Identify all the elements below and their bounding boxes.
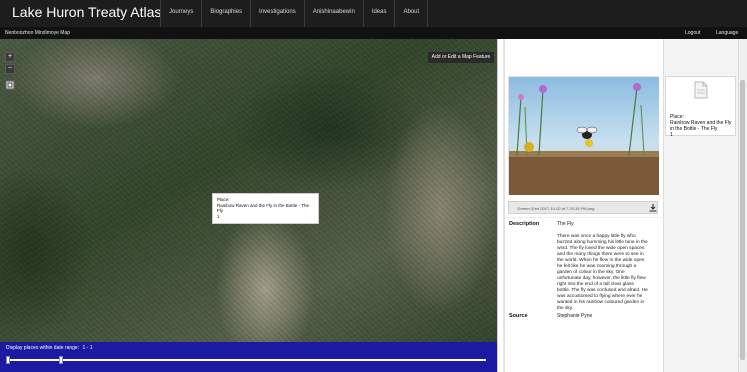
panel-divider[interactable] bbox=[497, 39, 504, 372]
date-range-bar: Display places within date range: 1 - 1 bbox=[0, 342, 497, 372]
nav-links: Journeys Biographies Investigations Anis… bbox=[160, 0, 429, 27]
description-title: The Fly bbox=[557, 221, 574, 227]
description-line: wind. The fly loved the wide open spaces bbox=[557, 246, 645, 251]
description-line: garden of colour in the sky. One bbox=[557, 270, 625, 275]
description-line: bottle. The fly was confused and afraid.… bbox=[557, 288, 648, 293]
story-image[interactable] bbox=[508, 76, 659, 195]
logout-link[interactable]: Logout bbox=[685, 30, 700, 36]
image-filename: Screen Shot 2017-10-02 at 7.20.36 PM.png bbox=[517, 206, 595, 211]
description-line: the sky. bbox=[557, 306, 574, 311]
source-value: Stephanie Pyne bbox=[557, 313, 593, 319]
nav-item-investigations[interactable]: Investigations bbox=[250, 0, 304, 27]
description-line: wanted in his rainbow coloured garden in bbox=[557, 300, 645, 305]
map-popup[interactable]: Place: Rainbow Raven and the Fly in the … bbox=[212, 193, 319, 224]
description-label: Description bbox=[509, 221, 540, 227]
top-nav: Lake Huron Treaty Atlas Journeys Biograp… bbox=[0, 0, 747, 27]
image-caption-bar: Screen Shot 2017-10-02 at 7.20.36 PM.png bbox=[508, 201, 658, 214]
description-line: he felt like he was zooming through a bbox=[557, 264, 637, 269]
nav-item-journeys[interactable]: Journeys bbox=[160, 0, 201, 27]
fly-illustration bbox=[509, 77, 659, 195]
detail-separator bbox=[506, 217, 661, 218]
description-line: unfortunate day, however, the little fly… bbox=[557, 276, 646, 281]
site-title[interactable]: Lake Huron Treaty Atlas bbox=[12, 4, 161, 20]
date-range-text: Display places within date range: bbox=[6, 345, 80, 351]
nav-item-anishinaabewin[interactable]: Anishinaabewin bbox=[303, 0, 363, 27]
layers-icon[interactable] bbox=[5, 80, 15, 90]
date-range-label: Display places within date range: 1 - 1 bbox=[4, 345, 93, 351]
popup-number: 1 bbox=[217, 213, 220, 219]
language-link[interactable]: Language bbox=[716, 30, 738, 36]
zoom-out-button[interactable]: − bbox=[5, 64, 15, 74]
place-name: Rainbow Raven and the Fly in the Bottle … bbox=[670, 120, 731, 138]
map-view[interactable]: + − Add or Edit a Map Feature Place: Rai… bbox=[0, 39, 497, 372]
nav-item-biographies[interactable]: Biographies bbox=[201, 0, 250, 27]
description-line: was accustomed to flying where ever he bbox=[557, 294, 643, 299]
place-number: 1 bbox=[670, 132, 673, 138]
scrollbar-thumb[interactable] bbox=[740, 80, 745, 360]
nav-item-about[interactable]: About bbox=[394, 0, 429, 27]
date-range-end-handle[interactable] bbox=[58, 356, 63, 364]
document-icon bbox=[694, 81, 708, 99]
source-label: Source bbox=[509, 313, 528, 319]
nav-item-ideas[interactable]: Ideas bbox=[362, 0, 395, 27]
sub-bar: Nenboozhoo Mindimoye Map Logout Language bbox=[0, 27, 747, 39]
description-line: There was once a happy little fly who bbox=[557, 234, 636, 239]
description-line: the world. When he flew in the wide open bbox=[557, 258, 645, 263]
zoom-in-button[interactable]: + bbox=[5, 52, 15, 62]
place-card[interactable]: Place: Rainbow Raven and the Fly in the … bbox=[665, 76, 736, 138]
description-line: right into the end of a tall clear glass bbox=[557, 282, 634, 287]
add-map-feature-button[interactable]: Add or Edit a Map Feature bbox=[428, 52, 494, 63]
date-range-track[interactable] bbox=[8, 359, 486, 361]
date-range-start-handle[interactable] bbox=[6, 356, 10, 364]
date-range-value: 1 - 1 bbox=[82, 345, 93, 351]
download-icon[interactable] bbox=[649, 204, 657, 212]
map-title: Nenboozhoo Mindimoye Map bbox=[5, 30, 71, 36]
popup-title[interactable]: Rainbow Raven and the Fly in the Bottle … bbox=[217, 203, 314, 214]
description-line: and the many things there were to see in bbox=[557, 252, 644, 257]
description-line: buzzed along humming his little tune in … bbox=[557, 240, 648, 245]
